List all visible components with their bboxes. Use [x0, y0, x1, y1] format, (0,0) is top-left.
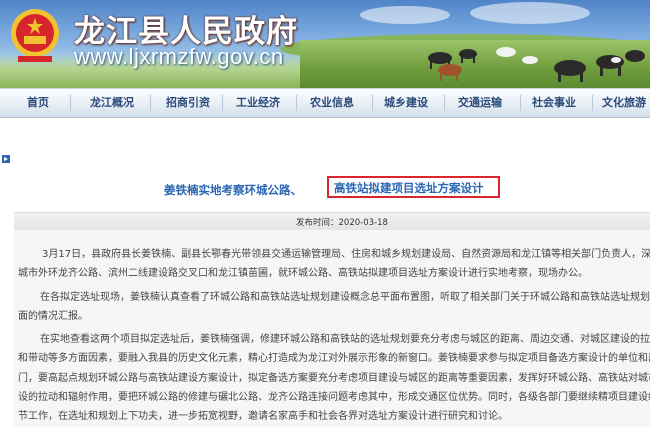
site-banner: 龙江县人民政府 www.ljxrmzfw.gov.cn — [0, 0, 650, 88]
nav-divider — [222, 95, 223, 111]
cattle-herd-image — [428, 47, 645, 82]
article-line: 面的情况汇报。 — [18, 311, 88, 322]
national-emblem-icon — [11, 9, 59, 62]
nav-item-agriculture[interactable]: 农业信息 — [304, 89, 360, 117]
article-line: 在实地查看这两个项目拟定选址后，姜铁楠强调，修建环城公路和高铁站的选址规划要充分… — [40, 334, 650, 345]
publish-date: 发布时间：2020-03-18 — [296, 218, 388, 228]
nav-item-urban-construction[interactable]: 城乡建设 — [378, 89, 434, 117]
article-body: 3月17日，县政府县长姜铁楠、副县长鄂春光带领县交通运输管理局、住房和城乡规划建… — [14, 230, 650, 427]
nav-item-industry[interactable]: 工业经济 — [230, 89, 286, 117]
nav-item-home[interactable]: 首页 — [18, 89, 58, 117]
nav-divider — [296, 95, 297, 111]
nav-item-investment[interactable]: 招商引资 — [160, 89, 216, 117]
main-nav: 首页 龙江概况 招商引资 工业经济 农业信息 城乡建设 交通运输 社会事业 文化… — [0, 88, 650, 118]
publish-info-bar: 发布时间：2020-03-18 — [14, 212, 650, 231]
nav-divider — [592, 95, 593, 111]
nav-divider — [150, 95, 151, 111]
cloud — [360, 6, 450, 24]
cloud — [470, 2, 590, 24]
nav-divider — [520, 95, 521, 111]
site-url: www.ljxrmzfw.gov.cn — [74, 44, 284, 69]
article-line: 3月17日，县政府县长姜铁楠、副县长鄂春光带领县交通运输管理局、住房和城乡规划建… — [42, 249, 650, 260]
article-title-part1: 姜铁楠实地考察环城公路、 — [164, 183, 302, 197]
nav-divider — [372, 95, 373, 111]
section-marker-icon — [2, 155, 10, 163]
article-line: 和带动等多方面因素，要融入我县的历史文化元素，精心打造成为龙江对外展示形象的新窗… — [18, 353, 650, 364]
article-line: 城市外环龙齐公路、滨州二线建设路交叉口和龙江镇苗圃，就环城公路、高铁站拟建项目选… — [18, 268, 588, 279]
nav-item-transport[interactable]: 交通运输 — [452, 89, 508, 117]
article-title-part2: 高铁站拟建项目选址方案设计 — [334, 181, 484, 195]
article-line: 设的拉动和辐射作用，要把环城公路的修建与碾北公路、龙齐公路连接问题考虑其中，形成… — [18, 392, 650, 403]
nav-item-social-affairs[interactable]: 社会事业 — [526, 89, 582, 117]
nav-divider — [444, 95, 445, 111]
article-line: 节工作，在选址和规划上下功夫，进一步拓宽视野，邀请名家高手和社会各界对选址方案设… — [18, 411, 508, 422]
nav-item-culture-tourism[interactable]: 文化旅游 — [598, 89, 650, 117]
article-line: 在各拟定选址现场，姜铁楠认真查看了环城公路和高铁站选址规划建设概念总平面布置图，… — [40, 292, 650, 303]
nav-divider — [70, 95, 71, 111]
article-line: 门，要高起点规划环城公路与高铁站建设方案设计，拟定备选方案要充分考虑项目建设与城… — [18, 373, 650, 384]
nav-item-overview[interactable]: 龙江概况 — [84, 89, 140, 117]
